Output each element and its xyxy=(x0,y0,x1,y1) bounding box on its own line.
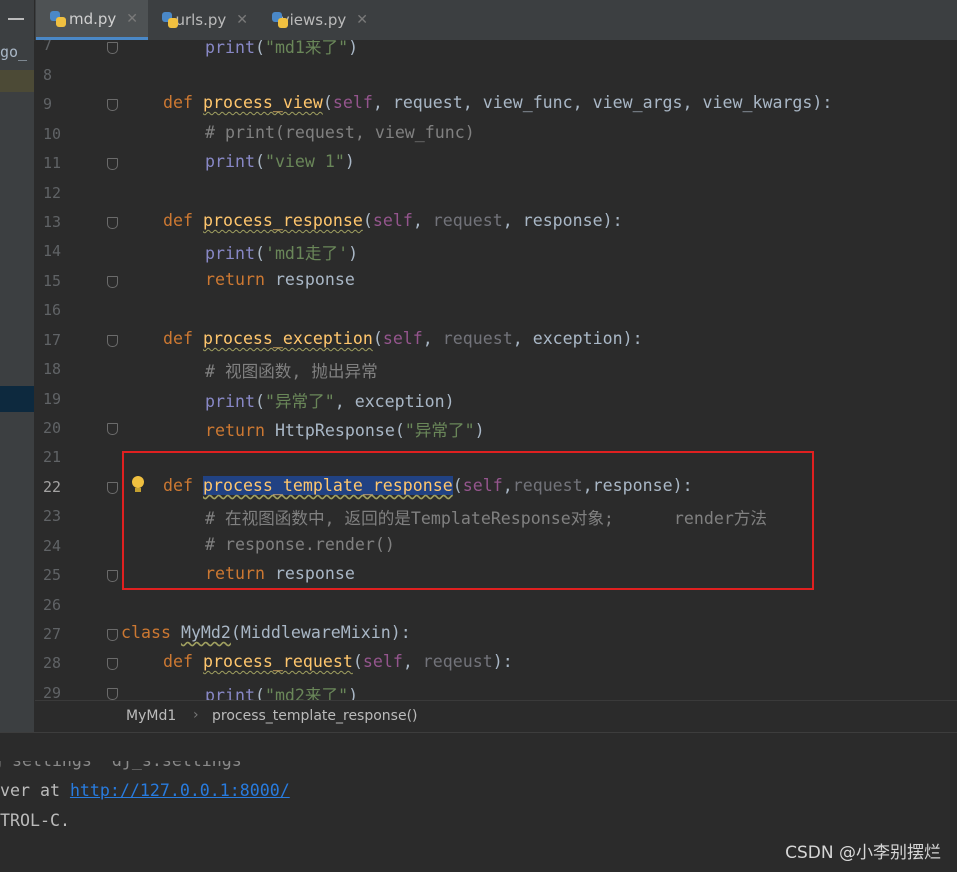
code-line-15: return response xyxy=(205,270,355,289)
code-line-27: class MyMd2(MiddlewareMixin): xyxy=(121,623,411,642)
server-url-link[interactable]: http://127.0.0.1:8000/ xyxy=(70,781,290,800)
terminal-line: ver at http://127.0.0.1:8000/ xyxy=(0,781,290,800)
code-editor[interactable]: 7 8 9 10 11 12 13 14 15 16 17 18 19 20 2… xyxy=(35,40,957,700)
code-line-18: # 视图函数, 抛出异常 xyxy=(205,362,378,381)
close-icon[interactable]: ✕ xyxy=(356,12,368,28)
close-icon[interactable]: ✕ xyxy=(236,12,248,28)
fold-end-icon[interactable] xyxy=(107,570,118,582)
divider xyxy=(34,0,35,40)
terminal-line: g settings 'dj_s.settings' xyxy=(0,751,252,770)
line-number: 27 xyxy=(43,625,62,643)
line-number: 28 xyxy=(43,654,62,672)
line-number: 26 xyxy=(43,596,62,614)
line-number: 8 xyxy=(43,66,53,84)
code-line-10: # print(request, view_func) xyxy=(205,123,475,142)
python-file-icon xyxy=(50,10,66,27)
line-number: 13 xyxy=(43,213,62,231)
code-line-11: print("view 1") xyxy=(205,152,355,171)
tab-label: urls.py xyxy=(175,11,227,29)
tab-views-py[interactable]: views.py ✕ xyxy=(258,0,378,40)
fold-icon[interactable] xyxy=(107,688,118,700)
line-number: 16 xyxy=(43,301,62,319)
line-number-current: 22 xyxy=(43,478,62,496)
fold-icon[interactable] xyxy=(107,658,118,670)
code-line-20: return HttpResponse("异常了") xyxy=(205,421,485,440)
python-file-icon xyxy=(162,12,178,28)
line-number: 7 xyxy=(43,40,53,54)
line-number: 9 xyxy=(43,95,53,113)
line-number: 18 xyxy=(43,360,62,378)
code-line-29: print("md2来了") xyxy=(205,686,359,700)
tab-urls-py[interactable]: urls.py ✕ xyxy=(148,0,258,40)
breadcrumb-class[interactable]: MyMd1 xyxy=(126,708,176,724)
tab-label: md.py xyxy=(68,9,117,28)
fold-icon[interactable] xyxy=(107,482,118,494)
collapse-icon[interactable] xyxy=(8,18,24,20)
breadcrumb: MyMd1 › process_template_response() xyxy=(35,700,957,733)
code-line-9: def process_view(self, request, view_fun… xyxy=(163,93,833,112)
line-number: 10 xyxy=(43,125,62,143)
annotation-highlight-box xyxy=(122,451,814,590)
fold-end-icon[interactable] xyxy=(107,276,118,288)
line-number: 14 xyxy=(43,242,62,260)
breadcrumb-method[interactable]: process_template_response() xyxy=(212,708,418,724)
fold-end-icon[interactable] xyxy=(107,423,118,435)
line-number: 29 xyxy=(43,684,62,700)
close-icon[interactable]: ✕ xyxy=(126,11,138,27)
tab-label: views.py xyxy=(280,11,347,29)
terminal-line: TROL-C. xyxy=(0,811,70,830)
line-number: 24 xyxy=(43,537,62,555)
line-number: 23 xyxy=(43,507,62,525)
line-number: 17 xyxy=(43,331,62,349)
fold-icon[interactable] xyxy=(107,99,118,111)
project-tree-item[interactable]: go_ xyxy=(0,43,27,61)
project-tree-highlight xyxy=(0,70,34,92)
fold-end-icon[interactable] xyxy=(107,158,118,170)
line-number: 21 xyxy=(43,448,62,466)
line-number: 15 xyxy=(43,272,62,290)
fold-icon[interactable] xyxy=(107,629,118,641)
code-line-28: def process_request(self, reqeust): xyxy=(163,652,513,671)
tab-md-py[interactable]: md.py ✕ xyxy=(36,0,148,40)
fold-icon[interactable] xyxy=(107,335,118,347)
code-line-19: print("异常了", exception) xyxy=(205,392,455,411)
python-file-icon xyxy=(272,12,288,28)
line-number: 19 xyxy=(43,390,62,408)
line-number: 20 xyxy=(43,419,62,437)
line-number: 25 xyxy=(43,566,62,584)
code-line-17: def process_exception(self, request, exc… xyxy=(163,329,643,348)
line-number: 12 xyxy=(43,184,62,202)
line-number: 11 xyxy=(43,154,62,172)
code-line-13: def process_response(self, request, resp… xyxy=(163,211,623,230)
fold-icon[interactable] xyxy=(107,217,118,229)
code-line-7: print("md1来了") xyxy=(205,40,359,57)
project-tree-selection[interactable] xyxy=(0,386,34,412)
watermark: CSDN @小李别摆烂 xyxy=(785,843,941,863)
editor-tab-bar: md.py ✕ urls.py ✕ views.py ✕ xyxy=(0,0,957,41)
chevron-right-icon: › xyxy=(193,707,199,723)
code-line-14: print('md1走了') xyxy=(205,244,359,263)
fold-end-icon[interactable] xyxy=(107,42,118,54)
